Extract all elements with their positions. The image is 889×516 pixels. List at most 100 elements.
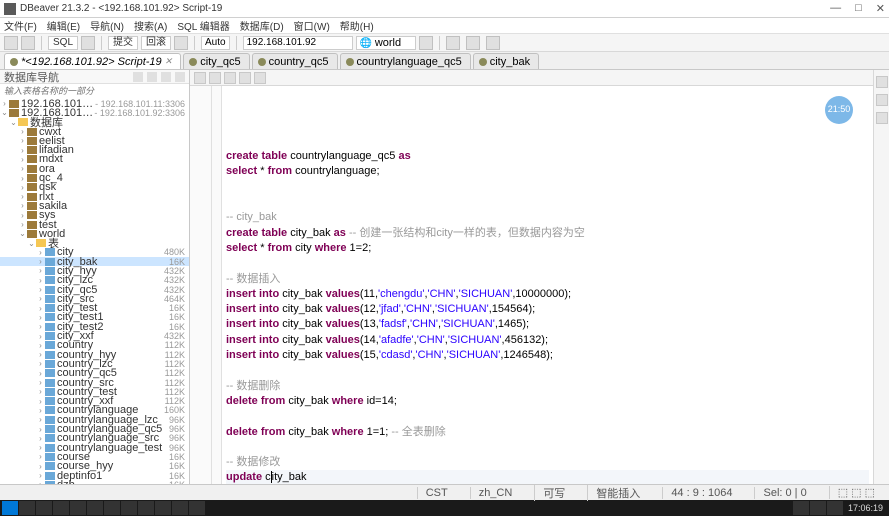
task-icon[interactable] bbox=[138, 501, 154, 515]
txn-button[interactable] bbox=[174, 36, 188, 50]
expand-icon[interactable]: › bbox=[36, 350, 45, 359]
new-conn-button[interactable] bbox=[4, 36, 18, 50]
code-line[interactable]: select * from countrylanguage; bbox=[226, 164, 869, 179]
sql-dropdown[interactable] bbox=[81, 36, 95, 50]
menu-item[interactable]: SQL 编辑器 bbox=[177, 18, 229, 33]
search-button[interactable] bbox=[486, 36, 500, 50]
expand-icon[interactable]: › bbox=[18, 220, 27, 229]
schema-button[interactable] bbox=[419, 36, 433, 50]
expand-icon[interactable]: › bbox=[36, 452, 45, 461]
collapse-icon[interactable] bbox=[161, 72, 171, 82]
code-line[interactable]: -- 数据修改 bbox=[226, 455, 869, 470]
run-script-button[interactable] bbox=[209, 72, 221, 84]
expand-icon[interactable]: › bbox=[36, 304, 45, 313]
code-line[interactable] bbox=[226, 440, 869, 455]
code-line[interactable]: create table city_bak as -- 创建一张结构和city一… bbox=[226, 226, 869, 241]
expand-icon[interactable]: › bbox=[36, 387, 45, 396]
expand-icon[interactable]: › bbox=[18, 183, 27, 192]
taskbar-clock[interactable]: 17:06:19 bbox=[844, 503, 887, 513]
task-icon[interactable] bbox=[19, 501, 35, 515]
expand-icon[interactable]: › bbox=[36, 443, 45, 452]
task-icon[interactable] bbox=[172, 501, 188, 515]
code-line[interactable]: delete from city_bak where 1=1; -- 全表删除 bbox=[226, 425, 869, 440]
expand-icon[interactable]: ⌄ bbox=[27, 239, 36, 248]
code-line[interactable]: select * from city where 1=2; bbox=[226, 241, 869, 256]
editor-tab[interactable]: countrylanguage_qc5 bbox=[340, 53, 471, 69]
expand-button[interactable] bbox=[254, 72, 266, 84]
expand-icon[interactable]: › bbox=[36, 425, 45, 434]
editor-tab[interactable]: *<192.168.101.92> Script-19✕ bbox=[4, 53, 181, 69]
expand-icon[interactable]: › bbox=[36, 332, 45, 341]
task-icon[interactable] bbox=[36, 501, 52, 515]
db-tree[interactable]: ›192.168.101.11- 192.168.101.11:3306⌄192… bbox=[0, 98, 189, 484]
code-line[interactable] bbox=[226, 134, 869, 149]
expand-icon[interactable]: › bbox=[36, 341, 45, 350]
expand-icon[interactable]: › bbox=[18, 127, 27, 136]
code-line[interactable]: insert into city_bak values(11,'chengdu'… bbox=[226, 287, 869, 302]
expand-icon[interactable]: › bbox=[36, 480, 45, 484]
close-icon[interactable]: ✕ bbox=[165, 56, 173, 67]
tray-icon[interactable] bbox=[827, 501, 843, 515]
expand-icon[interactable]: › bbox=[36, 369, 45, 378]
rollback-button[interactable]: 回滚 bbox=[141, 36, 171, 50]
link-icon[interactable] bbox=[147, 72, 157, 82]
code-line[interactable] bbox=[226, 409, 869, 424]
tree-row[interactable]: ›dzb16K bbox=[0, 480, 189, 484]
code-line[interactable] bbox=[226, 180, 869, 195]
code-line[interactable]: -- city_bak bbox=[226, 210, 869, 225]
task-icon[interactable] bbox=[53, 501, 69, 515]
expand-icon[interactable]: › bbox=[36, 248, 45, 257]
commit-button[interactable]: 提交 bbox=[108, 36, 138, 50]
menu-item[interactable]: 帮助(H) bbox=[340, 18, 374, 33]
tray-icon[interactable] bbox=[793, 501, 809, 515]
expand-icon[interactable]: › bbox=[36, 378, 45, 387]
expand-icon[interactable]: › bbox=[18, 211, 27, 220]
nav-back[interactable] bbox=[446, 36, 460, 50]
code-editor[interactable]: 21:50 create table countrylanguage_qc5 a… bbox=[222, 86, 873, 484]
expand-icon[interactable]: › bbox=[18, 192, 27, 201]
expand-icon[interactable]: ⌄ bbox=[18, 229, 27, 238]
expand-icon[interactable]: › bbox=[36, 276, 45, 285]
code-line[interactable]: insert into city_bak values(15,'cdasd','… bbox=[226, 348, 869, 363]
outline-icon[interactable] bbox=[876, 76, 888, 88]
expand-icon[interactable]: › bbox=[36, 322, 45, 331]
menu-item[interactable]: 数据库(D) bbox=[240, 18, 284, 33]
database-combo[interactable]: 🌐 world bbox=[356, 36, 416, 50]
menu-icon[interactable] bbox=[175, 72, 185, 82]
editor-tab[interactable]: city_bak bbox=[473, 53, 539, 69]
expand-icon[interactable]: › bbox=[36, 285, 45, 294]
code-line[interactable] bbox=[226, 363, 869, 378]
task-icon[interactable] bbox=[155, 501, 171, 515]
task-icon[interactable] bbox=[189, 501, 205, 515]
connection-combo[interactable]: 192.168.101.92 bbox=[243, 36, 353, 50]
maximize-button[interactable]: □ bbox=[855, 2, 862, 15]
menu-item[interactable]: 文件(F) bbox=[4, 18, 37, 33]
code-line[interactable]: update city_bak bbox=[226, 470, 869, 484]
expand-icon[interactable]: › bbox=[36, 266, 45, 275]
expand-icon[interactable]: › bbox=[36, 313, 45, 322]
menu-item[interactable]: 导航(N) bbox=[90, 18, 124, 33]
panel-icon[interactable] bbox=[876, 94, 888, 106]
code-line[interactable] bbox=[226, 195, 869, 210]
task-icon[interactable] bbox=[121, 501, 137, 515]
expand-icon[interactable]: › bbox=[0, 99, 9, 108]
task-icon[interactable] bbox=[104, 501, 120, 515]
expand-icon[interactable]: ⌄ bbox=[0, 108, 9, 117]
expand-icon[interactable]: ⌄ bbox=[9, 118, 18, 127]
expand-icon[interactable]: › bbox=[18, 146, 27, 155]
start-button[interactable] bbox=[2, 501, 18, 515]
editor-tab[interactable]: city_qc5 bbox=[183, 53, 249, 69]
task-icon[interactable] bbox=[70, 501, 86, 515]
tray-icon[interactable] bbox=[810, 501, 826, 515]
expand-icon[interactable]: › bbox=[36, 415, 45, 424]
vars-icon[interactable] bbox=[876, 112, 888, 124]
expand-icon[interactable]: › bbox=[18, 136, 27, 145]
filter-icon[interactable] bbox=[133, 72, 143, 82]
sql-button[interactable]: SQL bbox=[48, 36, 78, 50]
close-button[interactable]: ✕ bbox=[876, 2, 885, 15]
menu-item[interactable]: 搜索(A) bbox=[134, 18, 167, 33]
expand-icon[interactable]: › bbox=[18, 164, 27, 173]
expand-icon[interactable]: › bbox=[36, 257, 45, 266]
expand-icon[interactable]: › bbox=[36, 471, 45, 480]
code-line[interactable]: insert into city_bak values(14,'afadfe',… bbox=[226, 333, 869, 348]
